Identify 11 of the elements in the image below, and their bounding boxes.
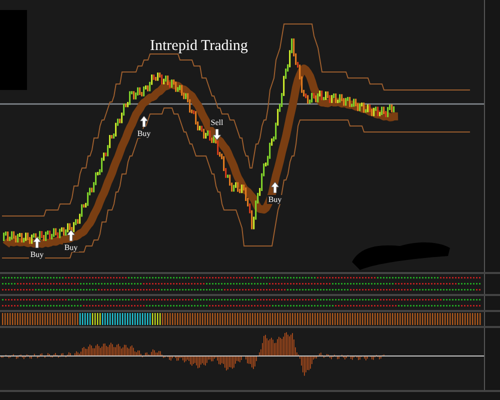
arrow-up-icon bbox=[140, 116, 148, 127]
signal-label: Buy bbox=[136, 129, 152, 138]
arrow-down-icon bbox=[213, 129, 221, 140]
signal-label: Buy bbox=[29, 250, 45, 259]
chart-title: Intrepid Trading bbox=[150, 38, 248, 55]
signal-label: Buy bbox=[267, 195, 283, 204]
signal-label: Buy bbox=[63, 243, 79, 252]
arrow-up-icon bbox=[67, 230, 75, 241]
arrow-up-icon bbox=[33, 237, 41, 248]
arrow-up-icon bbox=[271, 182, 279, 193]
signal-label: Sell bbox=[210, 118, 224, 127]
